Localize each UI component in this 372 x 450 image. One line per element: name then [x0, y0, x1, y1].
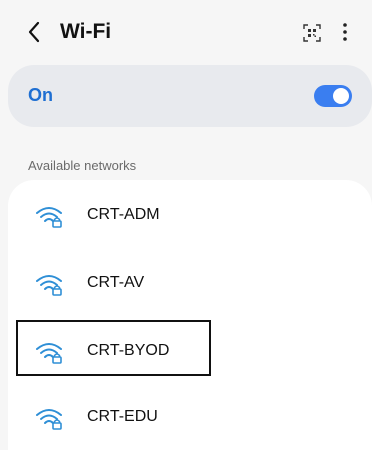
qr-scan-button[interactable] [303, 24, 321, 42]
qr-scan-icon [303, 24, 321, 42]
highlight-box [16, 320, 211, 376]
network-item-crt-edu[interactable]: CRT-EDU [8, 386, 372, 446]
network-item-crt-av[interactable]: CRT-AV [8, 252, 372, 312]
page-title: Wi-Fi [60, 20, 112, 43]
network-name: CRT-EDU [87, 408, 158, 425]
more-vertical-icon [343, 23, 347, 41]
network-name: CRT-AV [87, 274, 145, 291]
wifi-master-toggle-row[interactable]: On [8, 65, 372, 127]
network-item-crt-adm[interactable]: CRT-ADM [8, 184, 372, 244]
network-name: CRT-ADM [87, 206, 160, 223]
more-options-button[interactable] [338, 20, 352, 44]
wifi-status-label: On [28, 85, 53, 105]
toggle-knob [333, 88, 349, 104]
wifi-lock-icon [36, 207, 62, 228]
app-bar: Wi-Fi [0, 0, 372, 64]
wifi-lock-icon [36, 275, 62, 296]
chevron-left-icon [28, 21, 40, 43]
wifi-lock-icon [36, 409, 62, 430]
network-list: CRT-ADM CRT-AV CRT-BYOD CRT-EDU [8, 180, 372, 450]
back-button[interactable] [22, 18, 46, 46]
available-networks-header: Available networks [28, 158, 137, 173]
wifi-toggle-switch[interactable] [314, 85, 352, 107]
